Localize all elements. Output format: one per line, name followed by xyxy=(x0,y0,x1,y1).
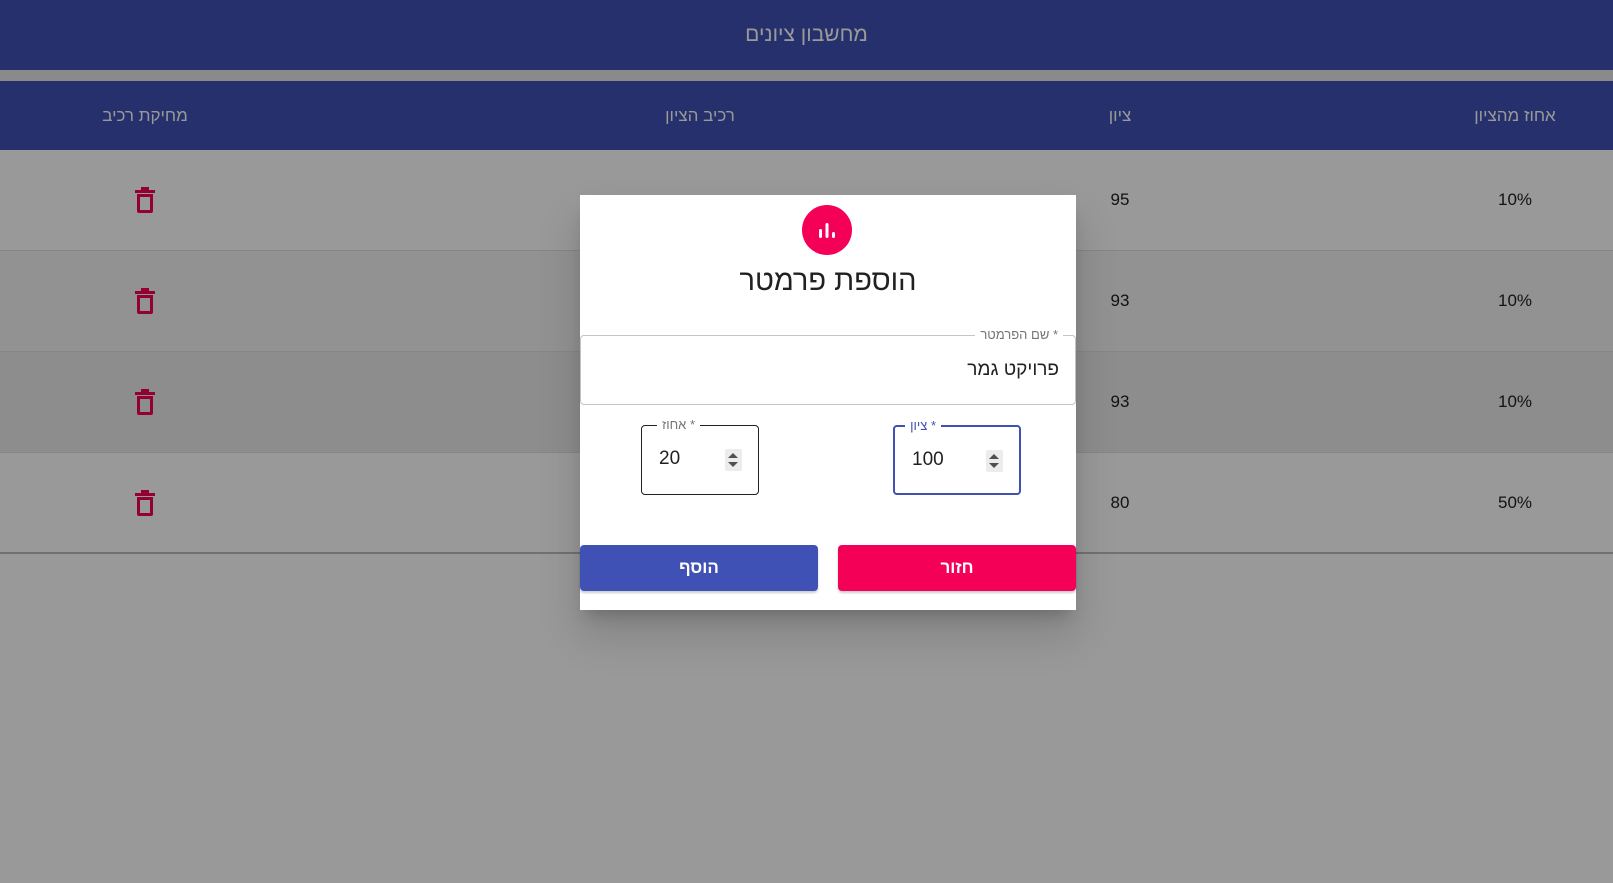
add-parameter-dialog: הוספת פרמטר שם הפרמטר * פרויקט גמר אחוז … xyxy=(580,195,1076,610)
parameter-name-value[interactable]: פרויקט גמר xyxy=(967,359,1059,381)
percent-value[interactable]: 20 xyxy=(659,448,680,470)
percent-label: אחוז * xyxy=(657,417,700,432)
percent-field[interactable]: אחוז * 20 xyxy=(641,417,759,495)
grade-label: ציון * xyxy=(905,418,941,433)
percent-stepper[interactable] xyxy=(725,449,742,471)
grade-value[interactable]: 100 xyxy=(912,449,944,471)
grade-stepper[interactable] xyxy=(986,450,1003,472)
dialog-avatar xyxy=(802,205,852,255)
back-button[interactable]: חזור xyxy=(838,545,1076,591)
parameter-name-label: שם הפרמטר * xyxy=(975,327,1063,342)
add-button[interactable]: הוסף xyxy=(580,545,818,591)
grade-field[interactable]: ציון * 100 xyxy=(893,418,1021,495)
parameter-name-field[interactable]: שם הפרמטר * פרויקט גמר xyxy=(580,327,1076,405)
bar-chart-icon xyxy=(819,223,835,238)
dialog-title: הוספת פרמטר xyxy=(739,265,917,297)
